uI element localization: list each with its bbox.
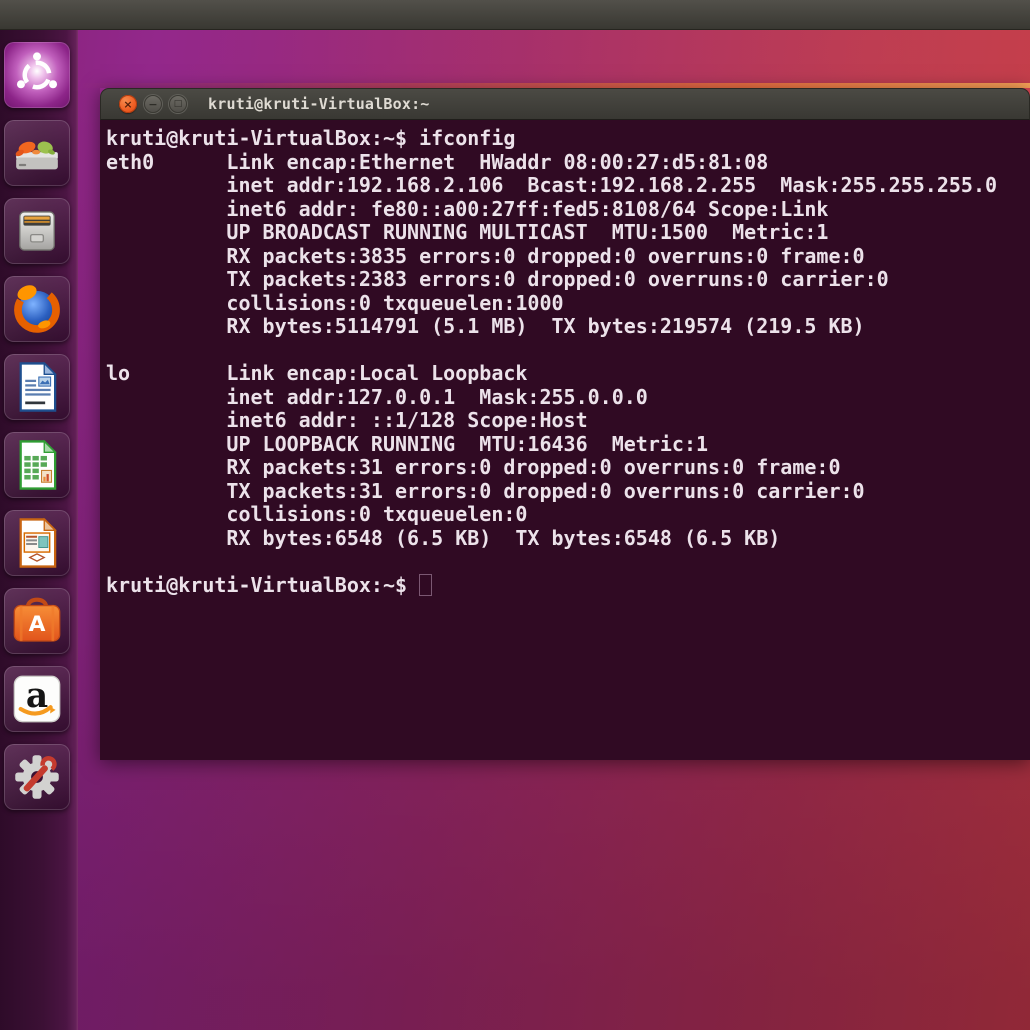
amazon-icon: a <box>13 675 61 723</box>
launcher-item-calc[interactable] <box>4 432 70 498</box>
terminal-line: eth0 Link encap:Ethernet HWaddr 08:00:27… <box>106 150 769 174</box>
terminal-line: inet addr:192.168.2.106 Bcast:192.168.2.… <box>106 174 998 197</box>
maximize-button[interactable]: □ <box>169 95 187 113</box>
firefox-icon <box>14 285 60 333</box>
terminal-line: TX packets:31 errors:0 dropped:0 overrun… <box>106 479 865 503</box>
terminal-line: kruti@kruti-VirtualBox:~$ <box>106 573 420 597</box>
unity-launcher: A a <box>0 30 78 1030</box>
launcher-item-settings[interactable] <box>4 744 70 810</box>
close-button[interactable]: × <box>119 95 137 113</box>
top-panel <box>0 0 1030 30</box>
terminal-body[interactable]: kruti@kruti-VirtualBox:~$ ifconfig eth0 … <box>100 120 1030 760</box>
window-title: kruti@kruti-VirtualBox:~ <box>208 95 430 113</box>
libreoffice-writer-icon <box>19 361 57 412</box>
system-settings-icon <box>15 755 59 799</box>
terminal-line: inet6 addr: ::1/128 Scope:Host <box>106 409 588 432</box>
launcher-item-impress[interactable] <box>4 510 70 576</box>
ubuntu-logo-icon <box>16 52 58 90</box>
launcher-item-writer[interactable] <box>4 354 70 420</box>
terminal-line: UP BROADCAST RUNNING MULTICAST MTU:1500 … <box>106 221 829 244</box>
terminal-line: RX packets:3835 errors:0 dropped:0 overr… <box>106 244 865 268</box>
terminal-cursor <box>419 574 433 596</box>
libreoffice-impress-icon <box>19 517 57 568</box>
terminal-titlebar[interactable]: × − □ kruti@kruti-VirtualBox:~ <box>100 88 1030 120</box>
installer-disk-icon <box>15 141 58 170</box>
launcher-item-installer[interactable] <box>4 120 70 186</box>
terminal-window: × − □ kruti@kruti-VirtualBox:~ kruti@kru… <box>100 88 1030 760</box>
launcher-item-files[interactable] <box>4 198 70 264</box>
launcher-item-dash[interactable] <box>4 42 70 108</box>
launcher-item-firefox[interactable] <box>4 276 70 342</box>
terminal-line: collisions:0 txqueuelen:1000 <box>106 291 564 315</box>
svg-text:A: A <box>29 612 46 637</box>
terminal-line: lo Link encap:Local Loopback <box>106 362 528 385</box>
terminal-line: RX packets:31 errors:0 dropped:0 overrun… <box>106 456 841 479</box>
libreoffice-calc-icon <box>19 439 57 490</box>
terminal-line: RX bytes:5114791 (5.1 MB) TX bytes:21957… <box>106 315 865 338</box>
terminal-line: inet6 addr: fe80::a00:27ff:fed5:8108/64 … <box>106 197 829 221</box>
terminal-line: inet addr:127.0.0.1 Mask:255.0.0.0 <box>106 385 648 409</box>
terminal-line: collisions:0 txqueuelen:0 <box>106 503 528 526</box>
terminal-line: kruti@kruti-VirtualBox:~$ ifconfig <box>106 127 516 150</box>
launcher-item-software-center[interactable]: A <box>4 588 70 654</box>
terminal-line: UP LOOPBACK RUNNING MTU:16436 Metric:1 <box>106 432 709 456</box>
file-cabinet-icon <box>19 211 55 251</box>
minimize-button[interactable]: − <box>144 95 162 113</box>
launcher-item-amazon[interactable]: a <box>4 666 70 732</box>
software-center-icon: A <box>13 597 61 642</box>
terminal-line: RX bytes:6548 (6.5 KB) TX bytes:6548 (6.… <box>106 526 781 550</box>
terminal-line: TX packets:2383 errors:0 dropped:0 overr… <box>106 268 889 291</box>
desktop: A a × − □ kruti@kruti-VirtualBox:~ kruti… <box>0 0 1030 1030</box>
